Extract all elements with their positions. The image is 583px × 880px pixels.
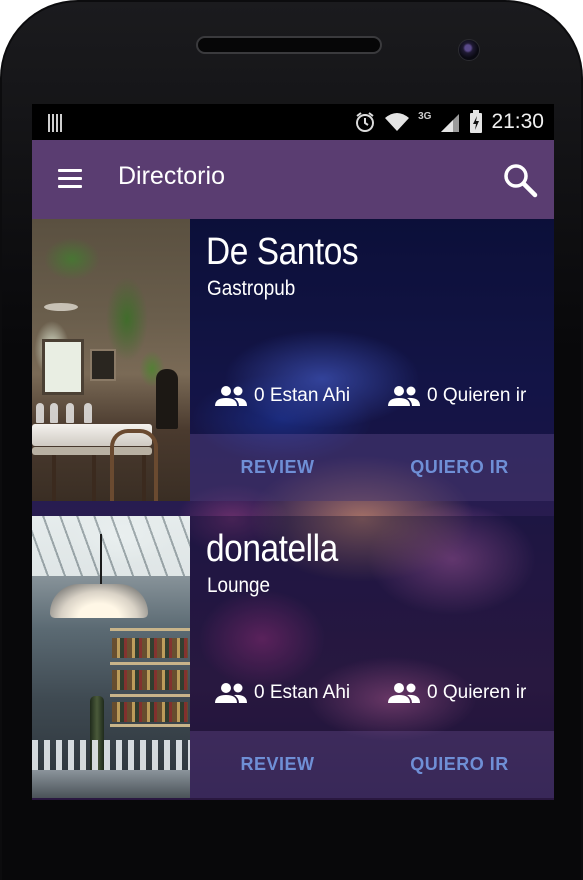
review-button[interactable]: REVIEW xyxy=(190,731,365,798)
venue-actions: REVIEW QUIERO IR xyxy=(190,731,554,798)
venue-name: donatella xyxy=(206,528,338,570)
app-toolbar: Directorio xyxy=(32,140,554,219)
people-icon xyxy=(388,683,420,703)
stat-estan-ahi-label: 0 Estan Ahi xyxy=(254,682,351,703)
venue-name: De Santos xyxy=(206,231,359,273)
people-icon xyxy=(215,386,247,406)
venue-info: De Santos Gastropub 0 Estan Ahi 0 Quiere… xyxy=(190,219,554,434)
review-button[interactable]: REVIEW xyxy=(190,434,365,501)
quiero-ir-button[interactable]: QUIERO IR xyxy=(365,731,554,798)
stat-estan-ahi-label: 0 Estan Ahi xyxy=(254,385,351,406)
notification-icon xyxy=(48,114,64,132)
wifi-icon xyxy=(385,113,410,131)
stat-quieren-ir-label: 0 Quieren ir xyxy=(427,385,527,406)
app-screen: 3G 21:30 Directorio De Santos Gastropub … xyxy=(32,104,554,800)
stat-quieren-ir-label: 0 Quieren ir xyxy=(427,682,527,703)
venue-info: donatella Lounge 0 Estan Ahi 0 Quieren i… xyxy=(190,516,554,731)
status-icons: 3G 21:30 xyxy=(354,110,544,134)
clock: 21:30 xyxy=(491,110,544,133)
stat-estan-ahi: 0 Estan Ahi xyxy=(214,381,350,411)
network-type: 3G xyxy=(418,110,432,122)
venue-actions: REVIEW QUIERO IR xyxy=(190,434,554,501)
venue-card[interactable]: donatella Lounge 0 Estan Ahi 0 Quieren i… xyxy=(32,516,554,798)
venue-photo xyxy=(32,516,190,798)
alarm-icon xyxy=(356,112,375,132)
phone-speaker xyxy=(196,36,382,54)
search-icon[interactable] xyxy=(500,160,540,200)
page-title: Directorio xyxy=(118,162,225,190)
venue-list: De Santos Gastropub 0 Estan Ahi 0 Quiere… xyxy=(32,219,554,800)
venue-type: Gastropub xyxy=(207,277,296,300)
hamburger-menu-icon[interactable] xyxy=(52,164,88,196)
people-icon xyxy=(388,386,420,406)
stat-quieren-ir: 0 Quieren ir xyxy=(387,678,526,708)
venue-card[interactable]: De Santos Gastropub 0 Estan Ahi 0 Quiere… xyxy=(32,219,554,501)
front-camera xyxy=(458,39,480,61)
stat-quieren-ir: 0 Quieren ir xyxy=(387,381,526,411)
people-icon xyxy=(215,683,247,703)
stat-estan-ahi: 0 Estan Ahi xyxy=(214,678,350,708)
battery-charging-icon xyxy=(470,110,483,133)
status-bar: 3G 21:30 xyxy=(32,104,554,140)
venue-type: Lounge xyxy=(207,574,271,597)
quiero-ir-button[interactable]: QUIERO IR xyxy=(365,434,554,501)
venue-photo xyxy=(32,219,190,501)
signal-icon xyxy=(441,114,460,132)
